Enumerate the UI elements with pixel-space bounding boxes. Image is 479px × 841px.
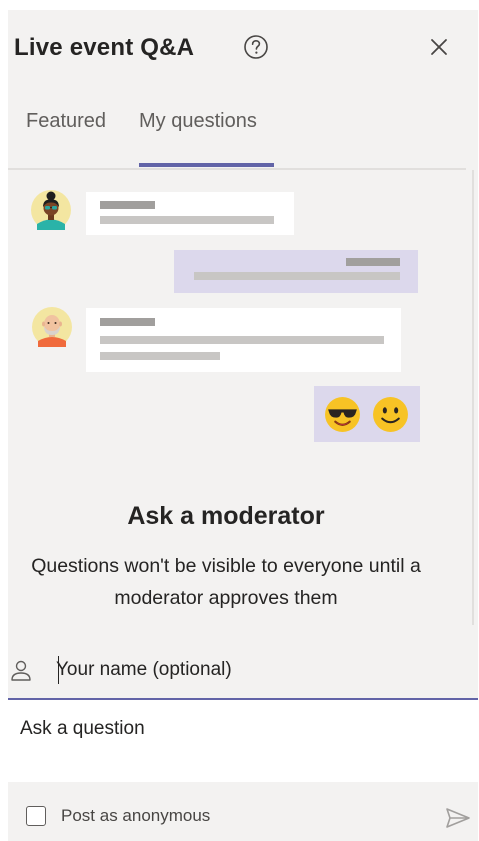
avatar-bald-man-icon bbox=[32, 307, 72, 347]
anonymous-checkbox[interactable] bbox=[26, 806, 46, 826]
reply-bubble bbox=[174, 250, 418, 293]
person-icon bbox=[11, 660, 31, 681]
qa-panel: Live event Q&A Featured My questions Ask… bbox=[8, 10, 478, 841]
question-input[interactable] bbox=[20, 718, 460, 758]
question-compose-area bbox=[8, 700, 478, 782]
empty-state-description: Questions won't be visible to everyone u… bbox=[8, 550, 454, 614]
emoji-reply-bubble bbox=[314, 386, 420, 442]
name-field-row bbox=[8, 646, 478, 700]
close-icon[interactable] bbox=[428, 36, 450, 58]
content-edge-divider bbox=[472, 170, 474, 625]
compose-footer: Post as anonymous bbox=[8, 782, 478, 841]
question-circle-icon[interactable] bbox=[243, 34, 269, 60]
send-icon[interactable] bbox=[445, 806, 471, 830]
sunglasses-emoji-icon bbox=[325, 397, 360, 432]
name-input[interactable] bbox=[56, 652, 456, 688]
tab-my-questions[interactable]: My questions bbox=[139, 110, 257, 133]
tabs-divider bbox=[8, 168, 466, 170]
page-title: Live event Q&A bbox=[14, 34, 195, 61]
empty-state-description-line: Questions won't be visible to everyone u… bbox=[31, 555, 421, 577]
panel-header: Live event Q&A bbox=[8, 10, 478, 90]
selected-tab-indicator bbox=[139, 163, 274, 167]
question-bubble bbox=[86, 192, 294, 235]
question-bubble bbox=[86, 308, 401, 372]
empty-state-title: Ask a moderator bbox=[127, 502, 325, 530]
anonymous-label[interactable]: Post as anonymous bbox=[61, 806, 210, 826]
smiling-emoji-icon bbox=[373, 397, 408, 432]
text-caret bbox=[58, 656, 59, 684]
empty-state-description-line: moderator approves them bbox=[114, 587, 338, 609]
tab-featured[interactable]: Featured bbox=[26, 110, 106, 133]
tab-bar: Featured My questions bbox=[8, 106, 478, 172]
avatar-woman-icon bbox=[31, 190, 71, 230]
